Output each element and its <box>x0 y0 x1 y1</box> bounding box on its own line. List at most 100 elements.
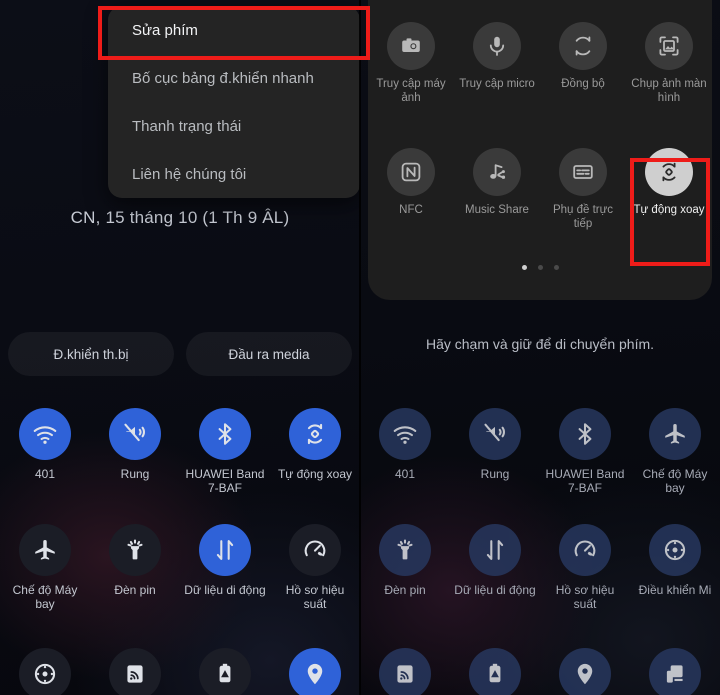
toggle-wifi[interactable]: 401 <box>0 408 90 495</box>
nfc-icon <box>387 148 435 196</box>
bluetooth-icon <box>199 408 251 460</box>
toggle-mi-control[interactable]: Điều khiển Mi <box>630 524 720 611</box>
vibrate-icon <box>469 408 521 460</box>
toggle-label: 401 <box>34 467 56 481</box>
page-dot[interactable] <box>553 265 559 270</box>
key-label: Truy cập micro <box>459 78 535 90</box>
auto-rotate-icon <box>645 148 693 196</box>
key-label: Phụ đề trực tiếp <box>552 204 614 230</box>
quick-settings-row-2: Chế độ Máy bay Đèn pin Dữ liệu di động H… <box>0 524 360 611</box>
toggle-battery-saver[interactable] <box>450 648 540 695</box>
toggle-label: Hồ sơ hiệu suất <box>555 583 615 611</box>
page-dot[interactable] <box>521 265 527 270</box>
wifi-icon <box>19 408 71 460</box>
available-keys-row-2: NFC Music Share Phụ đề trực tiếp Tự động… <box>368 148 712 231</box>
key-label: Music Share <box>465 204 529 216</box>
mobile-data-icon <box>199 524 251 576</box>
toggle-auto-rotate[interactable]: Tự động xoay <box>270 408 360 495</box>
toggle-cast[interactable] <box>90 648 180 695</box>
left-phone-screen: CN, 15 tháng 10 (1 Th 9 ÂL) Đ.khiển th.b… <box>0 0 360 695</box>
key-microphone-access[interactable]: Truy cập micro <box>454 22 540 105</box>
quick-action-pills: Đ.khiển th.bị Đầu ra media <box>8 332 352 376</box>
battery-saver-icon <box>199 648 251 695</box>
location-icon <box>289 648 341 695</box>
screenshot-icon <box>645 22 693 70</box>
media-output-button[interactable]: Đầu ra media <box>186 332 352 376</box>
microphone-icon <box>473 22 521 70</box>
toggle-vibrate[interactable]: Rung <box>450 408 540 495</box>
key-music-share[interactable]: Music Share <box>454 148 540 231</box>
quick-settings-row-1: 401 Rung HUAWEI Band 7-BAF Tự động xoay <box>0 408 360 495</box>
mobile-data-icon <box>469 524 521 576</box>
toggle-flashlight[interactable]: Đèn pin <box>360 524 450 611</box>
available-keys-row-1: Truy cập máy ảnh Truy cập micro Đồng bộ <box>368 22 712 105</box>
wifi-icon <box>379 408 431 460</box>
key-screenshot[interactable]: Chụp ảnh màn hình <box>626 22 712 105</box>
toggle-mi-control[interactable] <box>0 648 90 695</box>
key-label: Chụp ảnh màn hình <box>631 78 707 104</box>
key-auto-rotate[interactable]: Tự động xoay <box>626 148 712 231</box>
key-sync[interactable]: Đồng bộ <box>540 22 626 105</box>
quick-settings-row-1: 401 Rung HUAWEI Band 7-BAF Chế độ Máy ba… <box>360 408 720 495</box>
toggle-label: Hồ sơ hiệu suất <box>285 583 345 611</box>
available-keys-panel: Các phím sẵn có Truy cập máy ảnh Truy cậ… <box>368 0 712 300</box>
mi-control-icon <box>19 648 71 695</box>
location-icon <box>559 648 611 695</box>
toggle-wifi[interactable]: 401 <box>360 408 450 495</box>
toggle-label: Chế độ Máy bay <box>12 583 78 611</box>
toggle-screen-cast[interactable] <box>630 648 720 695</box>
toggle-location[interactable] <box>270 648 360 695</box>
cast-icon <box>379 648 431 695</box>
performance-icon <box>289 524 341 576</box>
right-phone-screen: Hãy chạm và giữ để di chuyển phím. 401 R… <box>360 0 720 695</box>
toggle-location[interactable] <box>540 648 630 695</box>
airplane-icon <box>19 524 71 576</box>
performance-icon <box>559 524 611 576</box>
menu-item-lien-he-chung-toi[interactable]: Liên hệ chúng tôi <box>108 150 360 198</box>
music-share-icon <box>473 148 521 196</box>
key-label: NFC <box>399 204 423 216</box>
toggle-flashlight[interactable]: Đèn pin <box>90 524 180 611</box>
move-key-hint: Hãy chạm và giữ để di chuyển phím. <box>425 336 655 352</box>
toggle-label: Dữ liệu di động <box>184 583 266 597</box>
key-nfc[interactable]: NFC <box>368 148 454 231</box>
menu-item-bo-cuc-bang-dieu-khien-nhanh[interactable]: Bố cục bảng đ.khiển nhanh <box>108 54 360 102</box>
toggle-label: Rung <box>480 467 510 481</box>
live-caption-icon <box>559 148 607 196</box>
toggle-battery-saver[interactable] <box>180 648 270 695</box>
toggle-performance-profile[interactable]: Hồ sơ hiệu suất <box>270 524 360 611</box>
bluetooth-icon <box>559 408 611 460</box>
toggle-bluetooth[interactable]: HUAWEI Band 7-BAF <box>540 408 630 495</box>
device-control-button[interactable]: Đ.khiển th.bị <box>8 332 174 376</box>
cast-icon <box>109 648 161 695</box>
camera-icon <box>387 22 435 70</box>
toggle-label: Đèn pin <box>114 583 156 597</box>
toggle-bluetooth[interactable]: HUAWEI Band 7-BAF <box>180 408 270 495</box>
airplane-icon <box>649 408 701 460</box>
flashlight-icon <box>109 524 161 576</box>
sync-icon <box>559 22 607 70</box>
key-label: Truy cập máy ảnh <box>376 78 446 104</box>
menu-item-thanh-trang-thai[interactable]: Thanh trạng thái <box>108 102 360 150</box>
date-label: CN, 15 tháng 10 (1 Th 9 ÂL) <box>70 208 290 227</box>
vibrate-icon <box>109 408 161 460</box>
toggle-label: Chế độ Máy bay <box>642 467 708 495</box>
toggle-airplane-mode[interactable]: Chế độ Máy bay <box>0 524 90 611</box>
toggle-cast[interactable] <box>360 648 450 695</box>
quick-settings-row-3 <box>360 648 720 695</box>
key-live-caption[interactable]: Phụ đề trực tiếp <box>540 148 626 231</box>
toggle-label: HUAWEI Band 7-BAF <box>185 467 265 495</box>
toggle-airplane-mode[interactable]: Chế độ Máy bay <box>630 408 720 495</box>
flashlight-icon <box>379 524 431 576</box>
context-menu: Sửa phím Bố cục bảng đ.khiển nhanh Thanh… <box>108 6 360 198</box>
toggle-mobile-data[interactable]: Dữ liệu di động <box>180 524 270 611</box>
screen-cast-icon <box>649 648 701 695</box>
toggle-label: Tự động xoay <box>277 467 353 481</box>
menu-item-sua-phim[interactable]: Sửa phím <box>108 6 360 54</box>
toggle-mobile-data[interactable]: Dữ liệu di động <box>450 524 540 611</box>
key-camera-access[interactable]: Truy cập máy ảnh <box>368 22 454 105</box>
toggle-label: HUAWEI Band 7-BAF <box>545 467 625 495</box>
toggle-performance-profile[interactable]: Hồ sơ hiệu suất <box>540 524 630 611</box>
toggle-vibrate[interactable]: Rung <box>90 408 180 495</box>
page-dot[interactable] <box>537 265 543 270</box>
